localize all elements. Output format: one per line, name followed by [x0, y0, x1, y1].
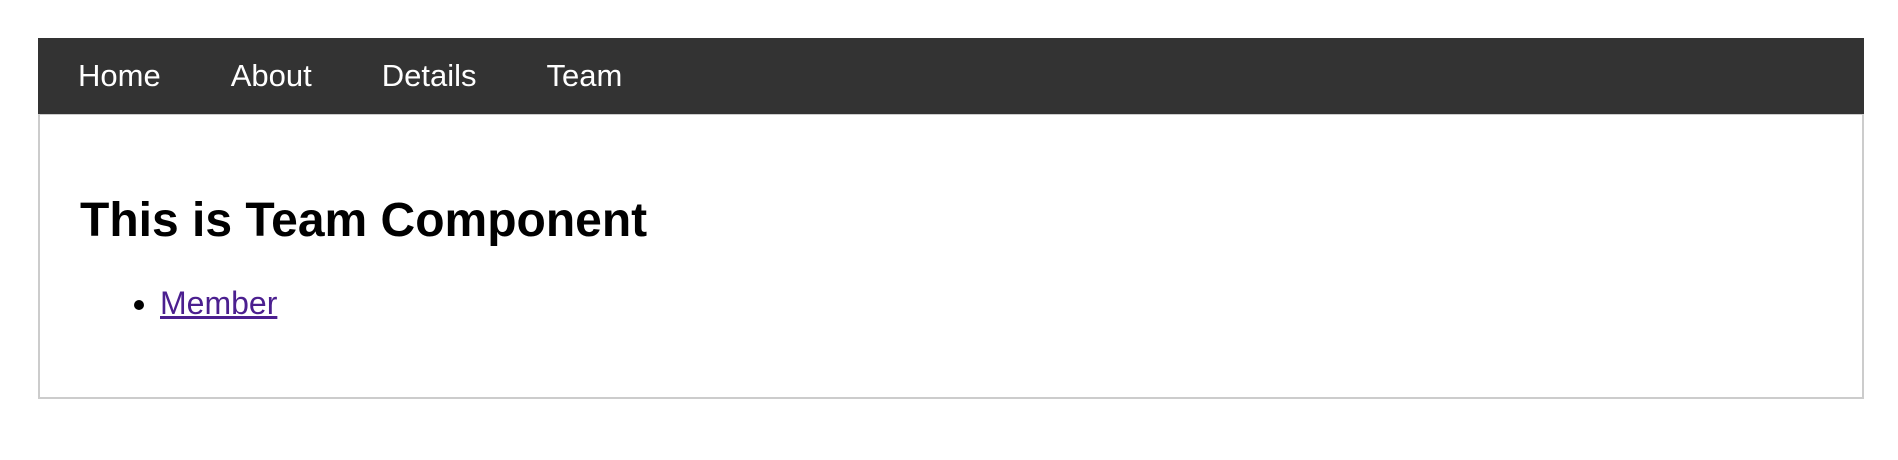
content-panel: This is Team Component Member: [38, 114, 1864, 399]
page-title: This is Team Component: [80, 194, 648, 247]
list-item: Member: [160, 287, 1862, 319]
nav-link-details[interactable]: Details: [382, 58, 477, 94]
app-container: Home About Details Team This is Team Com…: [38, 38, 1864, 399]
nav-link-home[interactable]: Home: [78, 58, 161, 94]
nav-link-team[interactable]: Team: [546, 58, 622, 94]
member-list: Member: [80, 287, 1862, 319]
nav-link-about[interactable]: About: [231, 58, 312, 94]
member-link[interactable]: Member: [160, 285, 277, 321]
top-navbar: Home About Details Team: [38, 38, 1864, 114]
